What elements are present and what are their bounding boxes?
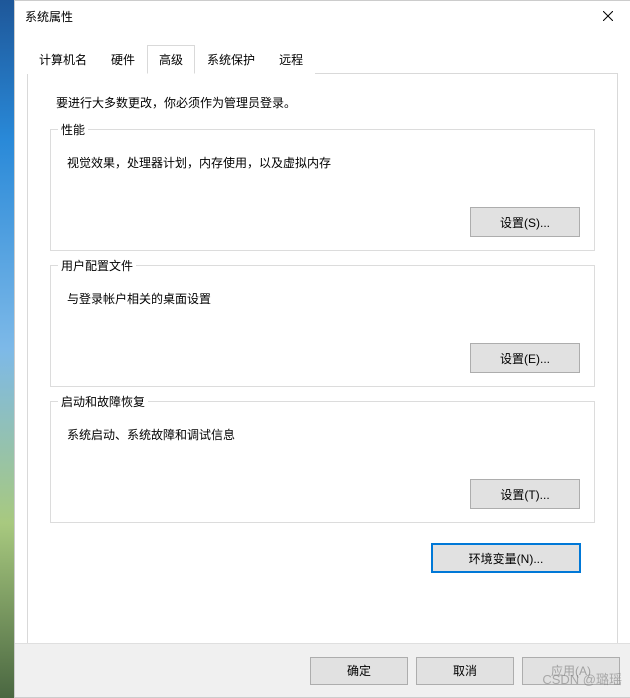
window-title: 系统属性 <box>25 8 73 25</box>
tab-row: 计算机名 硬件 高级 系统保护 远程 <box>27 45 618 74</box>
startup-recovery-desc: 系统启动、系统故障和调试信息 <box>67 426 580 443</box>
tab-system-protection[interactable]: 系统保护 <box>195 45 267 74</box>
performance-group: 性能 视觉效果，处理器计划，内存使用，以及虚拟内存 设置(S)... <box>50 129 595 251</box>
tab-computer-name[interactable]: 计算机名 <box>27 45 99 74</box>
env-row: 环境变量(N)... <box>50 543 595 573</box>
startup-recovery-settings-button[interactable]: 设置(T)... <box>470 479 580 509</box>
apply-button[interactable]: 应用(A) <box>522 657 620 685</box>
cancel-button[interactable]: 取消 <box>416 657 514 685</box>
startup-recovery-legend: 启动和故障恢复 <box>58 393 148 410</box>
user-profiles-legend: 用户配置文件 <box>58 257 136 274</box>
titlebar: 系统属性 <box>15 1 630 31</box>
tab-remote[interactable]: 远程 <box>267 45 315 74</box>
tabs-container: 计算机名 硬件 高级 系统保护 远程 要进行大多数更改，你必须作为管理员登录。 … <box>15 31 630 656</box>
performance-settings-button[interactable]: 设置(S)... <box>470 207 580 237</box>
tab-panel-advanced: 要进行大多数更改，你必须作为管理员登录。 性能 视觉效果，处理器计划，内存使用，… <box>27 74 618 656</box>
dialog-footer: 确定 取消 应用(A) <box>15 643 630 697</box>
close-button[interactable] <box>585 1 630 31</box>
startup-recovery-group: 启动和故障恢复 系统启动、系统故障和调试信息 设置(T)... <box>50 401 595 523</box>
system-properties-dialog: 系统属性 计算机名 硬件 高级 系统保护 远程 要进行大多数更改，你必须作为管理… <box>14 0 630 698</box>
ok-button[interactable]: 确定 <box>310 657 408 685</box>
user-profiles-settings-button[interactable]: 设置(E)... <box>470 343 580 373</box>
user-profiles-desc: 与登录帐户相关的桌面设置 <box>67 290 580 307</box>
environment-variables-button[interactable]: 环境变量(N)... <box>431 543 581 573</box>
performance-desc: 视觉效果，处理器计划，内存使用，以及虚拟内存 <box>67 154 580 171</box>
performance-legend: 性能 <box>58 121 88 138</box>
tab-hardware[interactable]: 硬件 <box>99 45 147 74</box>
user-profiles-group: 用户配置文件 与登录帐户相关的桌面设置 设置(E)... <box>50 265 595 387</box>
tab-advanced[interactable]: 高级 <box>147 45 195 74</box>
admin-note: 要进行大多数更改，你必须作为管理员登录。 <box>56 94 595 111</box>
close-icon <box>603 11 613 21</box>
